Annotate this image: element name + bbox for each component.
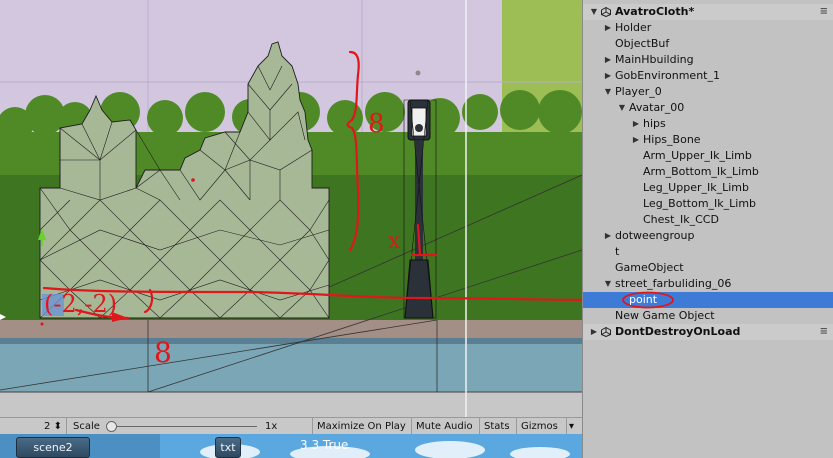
status-text: 3 3 True [300,438,349,452]
hierarchy-item-label: dotweengroup [615,229,695,242]
scale-value: 1x [265,421,278,432]
hierarchy-item-label: GameObject [615,261,684,274]
hierarchy-item[interactable]: ObjectBuf [583,36,833,52]
unity-scene-icon [601,327,611,337]
expand-arrow-right-icon[interactable]: ▶ [603,68,613,84]
expand-arrow-down-icon[interactable]: ▼ [603,84,613,100]
game-view[interactable]: scene2 txt 3 3 True [0,434,582,458]
hierarchy-scene-header[interactable]: ▼ ≡ AvatroCloth* [583,4,833,20]
unity-scene-icon [601,7,611,17]
hierarchy-item-label: Leg_Upper_Ik_Limb [643,181,749,194]
hierarchy-item[interactable]: Arm_Bottom_Ik_Limb [583,164,833,180]
expand-arrow-down-icon[interactable]: ▼ [617,100,627,116]
sidewalk [0,320,582,338]
hierarchy-item[interactable]: Leg_Bottom_Ik_Limb [583,196,833,212]
hierarchy-item-label: Chest_Ik_CCD [643,213,719,226]
stats-toggle[interactable]: Stats [479,418,516,435]
expand-arrow-right-icon[interactable]: ▶ [589,324,599,340]
hierarchy-item[interactable]: ▶ hips [583,116,833,132]
hierarchy-item-label: point [629,293,658,306]
expand-arrow-right-icon[interactable]: ▶ [631,116,641,132]
hierarchy-panel: ▼ ≡ AvatroCloth* ▶ Holder ObjectBuf ▶ MainHbuil… [582,0,833,458]
hierarchy-item[interactable]: ▼ Avatar_00 [583,100,833,116]
hierarchy-item[interactable]: point [583,291,833,309]
scene2-button[interactable]: scene2 [16,437,90,458]
gizmos-dropdown-arrow-icon[interactable]: ▾ [566,418,582,435]
hierarchy-item[interactable]: ▶ dotweengroup [583,228,833,244]
expand-arrow-down-icon[interactable]: ▼ [603,276,613,292]
hierarchy-item-label: Leg_Bottom_Ik_Limb [643,197,757,210]
height-annotation: 8 [368,109,385,139]
coordinate-annotation: (-2,-2) [44,290,117,318]
game-view-toolbar: 2 ⬍ Scale 1x Maximize On Play Mute Audio… [0,417,582,435]
hierarchy-item-label: Hips_Bone [643,133,701,146]
hierarchy-item[interactable]: Leg_Upper_Ik_Limb [583,180,833,196]
width-annotation: 8 [154,336,172,369]
hierarchy-item[interactable]: ▼ Player_0 [583,84,833,100]
hierarchy-item[interactable]: ▶ Holder [583,20,833,36]
hierarchy-item[interactable]: ▶ Hips_Bone [583,132,833,148]
hierarchy-item-label: Arm_Upper_Ik_Limb [643,149,752,162]
scene-menu-icon[interactable]: ≡ [820,4,828,20]
hierarchy-item-label: Player_0 [615,85,662,98]
scale-label: Scale [73,421,100,432]
hierarchy-item-label: t [615,245,620,258]
hierarchy-item-label: Avatar_00 [629,101,685,114]
scene-canvas[interactable]: 8 x (-2,-2) 8 [0,0,582,417]
scale-slider-thumb[interactable] [106,421,117,432]
hierarchy-item[interactable]: ▶ MainHbuilding [583,52,833,68]
hierarchy-item[interactable]: ▶ GobEnvironment_1 [583,68,833,84]
hierarchy-item-label: MainHbuilding [615,53,694,66]
hierarchy-item-label: hips [643,117,666,130]
scene-bottom-margin [0,393,582,417]
scale-control: Scale 1x [66,418,312,435]
scale-slider[interactable] [106,421,257,432]
hierarchy-item[interactable]: Chest_Ik_CCD [583,212,833,228]
hierarchy-item[interactable]: t [583,244,833,260]
expand-arrow-right-icon[interactable]: ▶ [631,132,641,148]
hierarchy-item[interactable]: ▼ street_farbuliding_06 [583,276,833,292]
hierarchy-item[interactable]: New Game Object [583,308,833,324]
hierarchy-scene-header[interactable]: ▶ ≡ DontDestroyOnLoad [583,324,833,340]
hierarchy-item-label: Arm_Bottom_Ik_Limb [643,165,759,178]
hierarchy-item-label: DontDestroyOnLoad [615,325,741,338]
hierarchy-item-label: ObjectBuf [615,37,670,50]
display-dropdown[interactable]: 2 ⬍ [0,418,66,435]
street-water [0,344,582,392]
hierarchy-item-label: New Game Object [615,309,715,322]
mute-audio-toggle[interactable]: Mute Audio [411,418,479,435]
maximize-on-play-toggle[interactable]: Maximize On Play [312,418,411,435]
hierarchy-item[interactable]: GameObject [583,260,833,276]
hierarchy-item-label: GobEnvironment_1 [615,69,720,82]
display-value: 2 [44,421,51,432]
hierarchy-item-label: street_farbuliding_06 [615,277,732,290]
hierarchy-item-label: Holder [615,21,652,34]
scene-view[interactable]: 8 x (-2,-2) 8 [0,0,582,417]
hierarchy-item-label: AvatroCloth* [615,5,695,18]
gizmos-toggle[interactable]: Gizmos [516,418,566,435]
hierarchy-item[interactable]: Arm_Upper_Ik_Limb [583,148,833,164]
x-annotation: x [388,229,401,254]
expand-arrow-down-icon[interactable]: ▼ [589,4,599,20]
dropdown-arrows-icon: ⬍ [53,421,62,432]
txt-button[interactable]: txt [215,437,241,458]
expand-arrow-right-icon[interactable]: ▶ [603,52,613,68]
expand-arrow-right-icon[interactable]: ▶ [603,228,613,244]
scene-menu-icon[interactable]: ≡ [820,324,828,340]
expand-arrow-right-icon[interactable]: ▶ [603,20,613,36]
